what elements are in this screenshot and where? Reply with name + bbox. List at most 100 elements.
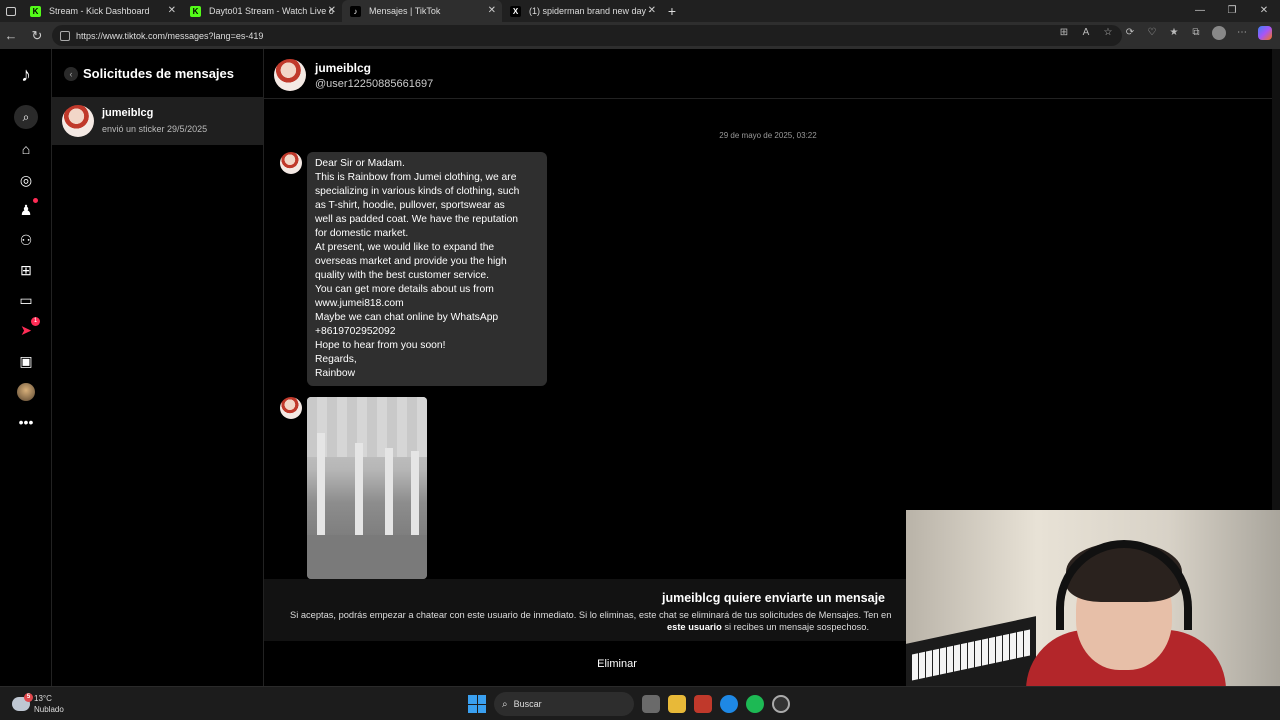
tab-title: (1) spiderman brand new day - Búsqueda /…	[529, 6, 654, 16]
live-icon[interactable]: ▣	[16, 351, 36, 371]
browser-tab[interactable]: ♪ Mensajes | TikTok	[342, 0, 502, 22]
chat-username[interactable]: jumeiblcg	[315, 61, 371, 75]
message-line: specializing in various kinds of clothin…	[315, 186, 520, 197]
sticker-image[interactable]	[307, 397, 427, 579]
tab-actions-icon[interactable]	[0, 0, 22, 22]
read-aloud-icon[interactable]: A	[1080, 27, 1092, 39]
tab-favicon-icon: ♪	[350, 5, 361, 17]
report-user-link[interactable]: este usuario	[667, 622, 722, 632]
message-line: This is Rainbow from Jumei clothing, we …	[315, 172, 517, 183]
tab-title: Mensajes | TikTok	[369, 6, 441, 16]
banner-title: jumeiblcg quiere enviarte un mensaje	[662, 591, 885, 605]
tab-favicon-icon: K	[30, 5, 41, 17]
requests-header: ‹ Solicitudes de mensajes	[64, 66, 234, 81]
tab-title: Dayto01 Stream - Watch Live on Kick	[209, 6, 334, 16]
windows-taskbar: 5 13°C Nublado ⌕ Buscar	[0, 686, 1280, 720]
task-view-icon[interactable]	[642, 695, 660, 713]
browser-tab[interactable]: X (1) spiderman brand new day - Búsqueda …	[502, 0, 662, 22]
message-line: quality with the best customer service.	[315, 270, 489, 281]
extensions-icon[interactable]: ⟳	[1124, 27, 1136, 39]
more-menu-icon[interactable]: ⋯	[1236, 27, 1248, 39]
message-bubble: Dear Sir or Madam. This is Rainbow from J…	[307, 152, 547, 386]
banner-text: Si aceptas, podrás empezar a chatear con…	[290, 610, 892, 620]
new-tab-button[interactable]: +	[662, 3, 682, 19]
refresh-icon[interactable]: ↻	[26, 28, 48, 44]
taskbar-apps: ⌕ Buscar	[468, 692, 790, 716]
profile-avatar[interactable]	[1212, 26, 1226, 40]
url-field[interactable]: https://www.tiktok.com/messages?lang=es-…	[52, 25, 1122, 46]
copilot-icon[interactable]	[1258, 26, 1272, 40]
avatar	[62, 105, 94, 137]
browser-tabbar: K Stream - Kick Dashboard K Dayto01 Stream …	[0, 0, 1280, 22]
obs-icon[interactable]	[772, 695, 790, 713]
tiktok-nav-rail: ♪ ⌕ ⌂ ◎ ♟ ⚇ ⊞ ▭ ➤ 1 ▣ •••	[0, 49, 52, 686]
browser-toolbar: ⊞ A ☆ ⟳ ♡ ★ ⧉ ⋯	[1058, 26, 1272, 40]
tab-favicon-icon: K	[190, 5, 201, 17]
message-line: Regards,	[315, 354, 357, 365]
profile-icon[interactable]	[16, 382, 36, 402]
browser-tab[interactable]: K Dayto01 Stream - Watch Live on Kick	[182, 0, 342, 22]
address-bar-row: ← ↻ https://www.tiktok.com/messages?lang…	[0, 22, 1280, 49]
chat-header: jumeiblcg @user12250885661697	[264, 49, 1280, 99]
following-icon[interactable]: ♟	[16, 198, 38, 220]
banner-text-2: este usuario si recibes un mensaje sospe…	[667, 622, 870, 632]
more-icon[interactable]: •••	[16, 412, 36, 432]
message-line: for domestic market.	[315, 228, 409, 239]
cloud-icon: 5	[12, 693, 33, 711]
url-text: https://www.tiktok.com/messages?lang=es-…	[76, 30, 264, 41]
tiktok-logo-icon[interactable]: ♪	[16, 64, 36, 86]
message-line: www.jumei818.com	[315, 298, 404, 309]
avatar[interactable]	[274, 59, 306, 91]
message-line: overseas market and provide you the high	[315, 256, 507, 267]
sender-avatar	[280, 152, 302, 174]
weather-temp: 13°C	[34, 694, 52, 703]
favorite-star-icon[interactable]: ☆	[1102, 27, 1114, 39]
minimize-button[interactable]: —	[1184, 0, 1216, 22]
browser-tab[interactable]: K Stream - Kick Dashboard	[22, 0, 182, 22]
message-requests-panel: ‹ Solicitudes de mensajes jumeiblcg envi…	[52, 49, 264, 686]
start-button[interactable]	[468, 695, 486, 713]
friends-icon[interactable]: ⚇	[16, 230, 36, 250]
weather-widget[interactable]: 5 13°C Nublado	[12, 693, 64, 715]
activity-icon[interactable]: ➤ 1	[16, 317, 40, 340]
site-info-icon[interactable]	[60, 30, 70, 41]
upload-icon[interactable]: ⊞	[16, 260, 36, 280]
close-tab-icon[interactable]	[488, 5, 496, 16]
favorites-icon[interactable]: ★	[1168, 27, 1180, 39]
performance-icon[interactable]: ♡	[1146, 27, 1158, 39]
collections-icon[interactable]: ⧉	[1190, 27, 1202, 39]
close-tab-icon[interactable]	[648, 5, 656, 16]
weather-condition: Nublado	[34, 705, 64, 714]
edge-icon[interactable]	[720, 695, 738, 713]
app-icon[interactable]: ⊞	[1058, 27, 1070, 39]
close-tab-icon[interactable]	[168, 5, 176, 16]
home-icon[interactable]: ⌂	[16, 139, 36, 159]
back-chevron-icon[interactable]: ‹	[64, 66, 78, 81]
message-line: At present, we would like to expand the	[315, 242, 495, 253]
message-line: Maybe we can chat online by WhatsApp	[315, 312, 499, 323]
tab-strip: K Stream - Kick Dashboard K Dayto01 Stream …	[22, 0, 662, 22]
search-icon[interactable]: ⌕	[14, 105, 38, 129]
request-list-item[interactable]: jumeiblcg envió un sticker 29/5/2025	[52, 97, 263, 145]
file-explorer-icon[interactable]	[668, 695, 686, 713]
explore-icon[interactable]: ◎	[16, 170, 36, 190]
app-icon[interactable]	[694, 695, 712, 713]
tab-favicon-icon: X	[510, 5, 521, 17]
message-line: +8619702952092	[315, 326, 396, 337]
request-preview: envió un sticker 29/5/2025	[102, 124, 208, 134]
messages-icon[interactable]: ▭	[16, 290, 36, 310]
search-icon: ⌕	[502, 698, 508, 710]
delete-button[interactable]: Eliminar	[492, 648, 742, 680]
back-arrow-icon[interactable]: ←	[0, 28, 22, 43]
maximize-button[interactable]: ❐	[1216, 0, 1248, 22]
message-line: Dear Sir or Madam.	[315, 158, 405, 169]
request-username: jumeiblcg	[102, 107, 154, 119]
spotify-icon[interactable]	[746, 695, 764, 713]
taskbar-search[interactable]: ⌕ Buscar	[494, 692, 634, 716]
close-tab-icon[interactable]	[328, 5, 336, 16]
message-line: well as padded coat. We have the reputat…	[315, 214, 519, 225]
close-window-button[interactable]: ✕	[1248, 0, 1280, 22]
message-timestamp: 29 de mayo de 2025, 03:22	[719, 131, 817, 140]
requests-title: Solicitudes de mensajes	[83, 66, 235, 81]
message-line: Hope to hear from you soon!	[315, 340, 446, 351]
